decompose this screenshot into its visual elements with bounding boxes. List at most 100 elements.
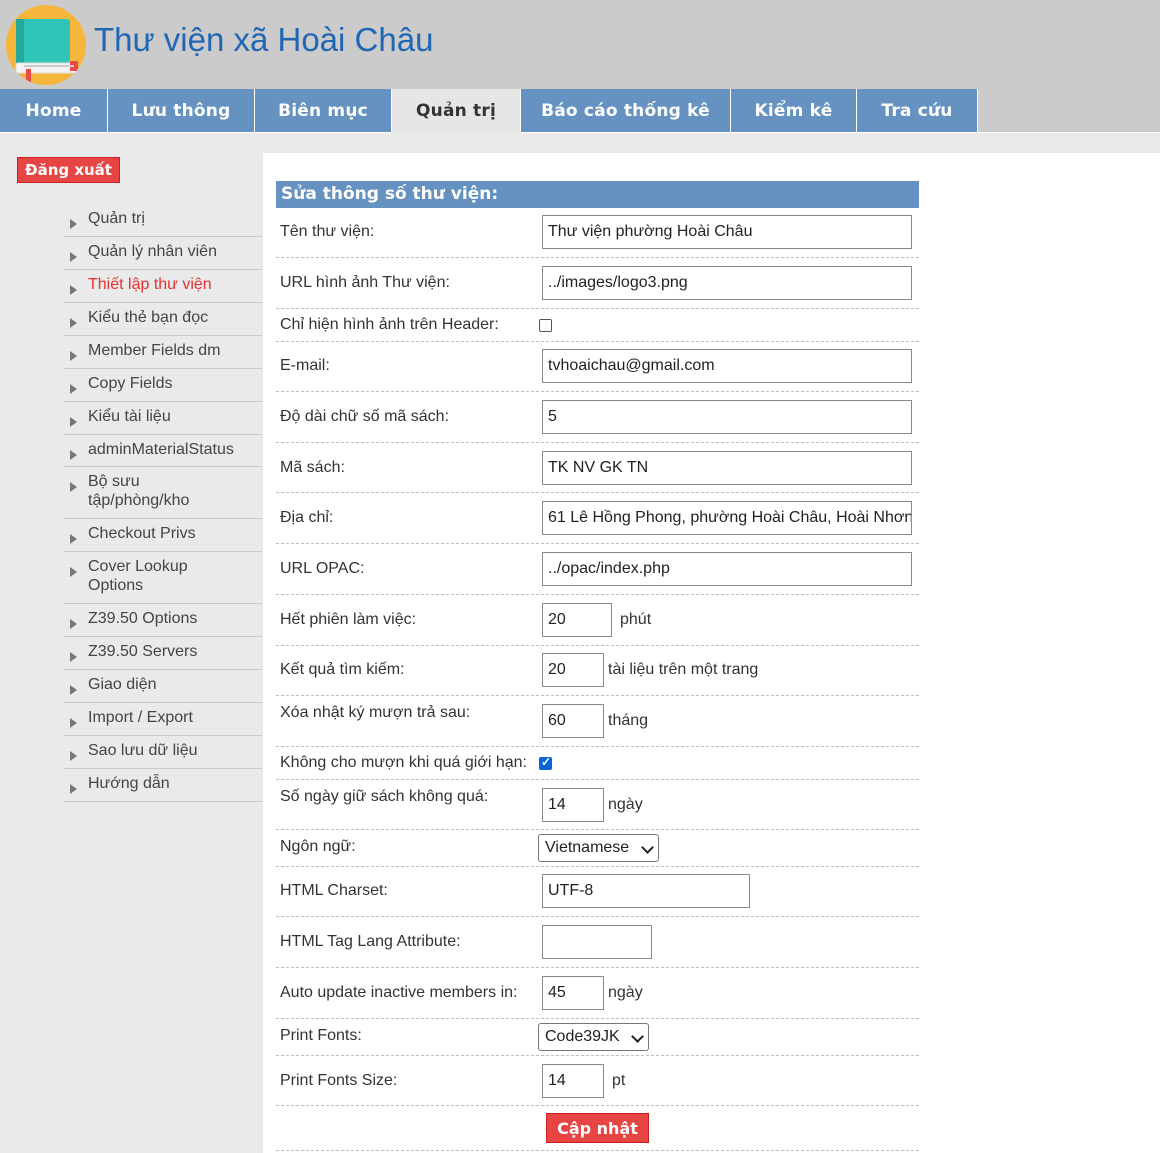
sidebar-item-label: Quản lý nhân viên (88, 243, 217, 260)
sidebar-item-label: Import / Export (88, 709, 193, 726)
form-row-address: Địa chỉ: 61 Lê Hồng Phong, phường Hoài C… (276, 493, 919, 544)
form-title: Sửa thông số thư viện: (276, 181, 919, 208)
sidebar-item-label: Z39.50 Servers (88, 643, 198, 660)
arrow-right-icon (70, 482, 77, 492)
language-selected-value: Vietnamese (545, 839, 630, 856)
arrow-right-icon (70, 751, 77, 761)
session-timeout-input[interactable]: 20 (542, 603, 612, 637)
inactive-days-input[interactable]: 45 (542, 976, 604, 1010)
unit-label: tháng (608, 712, 649, 729)
field-label: E-mail: (280, 357, 330, 374)
print-font-size-input[interactable]: 14 (542, 1064, 604, 1098)
field-label: Hết phiên làm việc: (280, 611, 417, 628)
field-label: HTML Tag Lang Attribute: (280, 933, 461, 950)
form-row-library-name: Tên thư viện: Thư viện phường Hoài Châu (276, 208, 919, 258)
chevron-down-icon (641, 841, 654, 854)
sidebar-item-label: Bộ sưu tập/phòng/kho (88, 473, 190, 509)
arrow-right-icon (70, 567, 77, 577)
arrow-right-icon (70, 718, 77, 728)
form-row-email: E-mail: tvhoaichau@gmail.com (276, 342, 919, 392)
sidebar-item-label: Giao diện (88, 676, 157, 693)
field-label: Ngôn ngữ: (280, 838, 356, 855)
barcode-prefix-input[interactable]: TK NV GK TN (542, 451, 912, 485)
form-row-html-lang: HTML Tag Lang Attribute: (276, 917, 919, 968)
sidebar-item-library-settings[interactable]: Thiết lập thư viện (64, 270, 262, 303)
arrow-right-icon (70, 652, 77, 662)
logout-button[interactable]: Đăng xuất (17, 157, 120, 183)
sidebar-item-z3950-servers[interactable]: Z39.50 Servers (64, 637, 262, 670)
arrow-right-icon (70, 384, 77, 394)
chevron-down-icon (631, 1030, 644, 1043)
sidebar-item-help[interactable]: Hướng dẫn (64, 769, 262, 802)
sidebar-item-label: Hướng dẫn (88, 775, 170, 792)
arrow-right-icon (70, 417, 77, 427)
sidebar-item-staff[interactable]: Quản lý nhân viên (64, 237, 262, 270)
sidebar-item-member-fields[interactable]: Member Fields dm (64, 336, 262, 369)
logo-url-input[interactable]: ../images/logo3.png (542, 266, 912, 300)
sidebar-item-material-types[interactable]: Kiểu tài liệu (64, 402, 262, 435)
purge-history-input[interactable]: 60 (542, 704, 604, 738)
field-label: URL OPAC: (280, 560, 365, 577)
field-label: Print Fonts Size: (280, 1072, 398, 1089)
form-row-charset: HTML Charset: UTF-8 (276, 867, 919, 917)
charset-input[interactable]: UTF-8 (542, 874, 750, 908)
tab-cataloging[interactable]: Biên mục (254, 89, 391, 132)
tab-circulation[interactable]: Lưu thông (107, 89, 254, 132)
arrow-right-icon (70, 318, 77, 328)
email-input[interactable]: tvhoaichau@gmail.com (542, 349, 912, 383)
sidebar-item-label: Quản trị (88, 210, 145, 227)
sidebar-item-themes[interactable]: Giao diện (64, 670, 262, 703)
sidebar-item-label: adminMaterialStatus (88, 441, 234, 458)
tab-admin[interactable]: Quản trị (391, 89, 520, 133)
html-lang-input[interactable] (542, 925, 652, 959)
field-label: Chỉ hiện hình ảnh trên Header: (280, 316, 499, 333)
address-input[interactable]: 61 Lê Hồng Phong, phường Hoài Châu, Hoài… (542, 501, 912, 535)
sidebar-item-member-types[interactable]: Kiểu thẻ bạn đọc (64, 303, 262, 336)
header-image-only-checkbox[interactable] (539, 319, 552, 332)
sidebar-item-label: Z39.50 Options (88, 610, 198, 627)
unit-label: phút (620, 611, 652, 628)
sidebar-item-label: Kiểu tài liệu (88, 408, 171, 425)
sidebar-item-import-export[interactable]: Import / Export (64, 703, 262, 736)
nav-filler (977, 89, 1160, 132)
field-label: Tên thư viện: (280, 223, 375, 240)
tab-inventory[interactable]: Kiểm kê (730, 89, 856, 132)
arrow-right-icon (70, 351, 77, 361)
sidebar-item-copy-fields[interactable]: Copy Fields (64, 369, 262, 402)
sidebar-item-backup[interactable]: Sao lưu dữ liệu (64, 736, 262, 769)
form-row-language: Ngôn ngữ: Vietnamese (276, 830, 919, 867)
form-row-header-image: Chỉ hiện hình ảnh trên Header: (276, 309, 919, 342)
sidebar-item-z3950-options[interactable]: Z39.50 Options (64, 604, 262, 637)
unit-label: pt (612, 1072, 626, 1089)
max-hold-days-input[interactable]: 14 (542, 788, 604, 822)
tab-home[interactable]: Home (0, 89, 107, 132)
unit-label: ngày (608, 984, 643, 1001)
sidebar-item-material-status[interactable]: adminMaterialStatus (64, 435, 262, 467)
search-results-input[interactable]: 20 (542, 653, 604, 687)
barcode-length-input[interactable]: 5 (542, 400, 912, 434)
form-row-search-results: Kết quả tìm kiếm: 20 tài liệu trên một t… (276, 646, 919, 696)
library-name-input[interactable]: Thư viện phường Hoài Châu (542, 215, 912, 249)
block-over-limit-checkbox[interactable] (539, 755, 552, 770)
sidebar-item-cover-lookup[interactable]: Cover Lookup Options (64, 552, 262, 604)
field-label: Số ngày giữ sách không quá: (280, 788, 489, 805)
form-row-inactive-days: Auto update inactive members in: 45 ngày (276, 968, 919, 1019)
arrow-right-icon (70, 534, 77, 544)
arrow-right-icon (70, 219, 77, 229)
sidebar-item-label: Member Fields dm (88, 342, 221, 359)
sidebar-item-collections[interactable]: Bộ sưu tập/phòng/kho (64, 467, 262, 519)
print-font-selected-value: Code39JK (545, 1028, 620, 1045)
sidebar-item-label: Sao lưu dữ liệu (88, 742, 198, 759)
sidebar-item-checkout-privs[interactable]: Checkout Privs (64, 519, 262, 552)
form-row-barcode-prefix: Mã sách: TK NV GK TN (276, 443, 919, 493)
content-top-strip (263, 133, 1160, 153)
field-label: URL hình ảnh Thư viện: (280, 274, 450, 291)
print-font-select[interactable]: Code39JK (538, 1023, 649, 1051)
form-row-logo-url: URL hình ảnh Thư viện: ../images/logo3.p… (276, 258, 919, 309)
language-select[interactable]: Vietnamese (538, 834, 659, 862)
opac-url-input[interactable]: ../opac/index.php (542, 552, 912, 586)
tab-search[interactable]: Tra cứu (856, 89, 977, 132)
sidebar-item-admin[interactable]: Quản trị (64, 204, 262, 237)
tab-reports[interactable]: Báo cáo thống kê (520, 89, 730, 132)
site-title: Thư viện xã Hoài Châu (94, 21, 434, 58)
